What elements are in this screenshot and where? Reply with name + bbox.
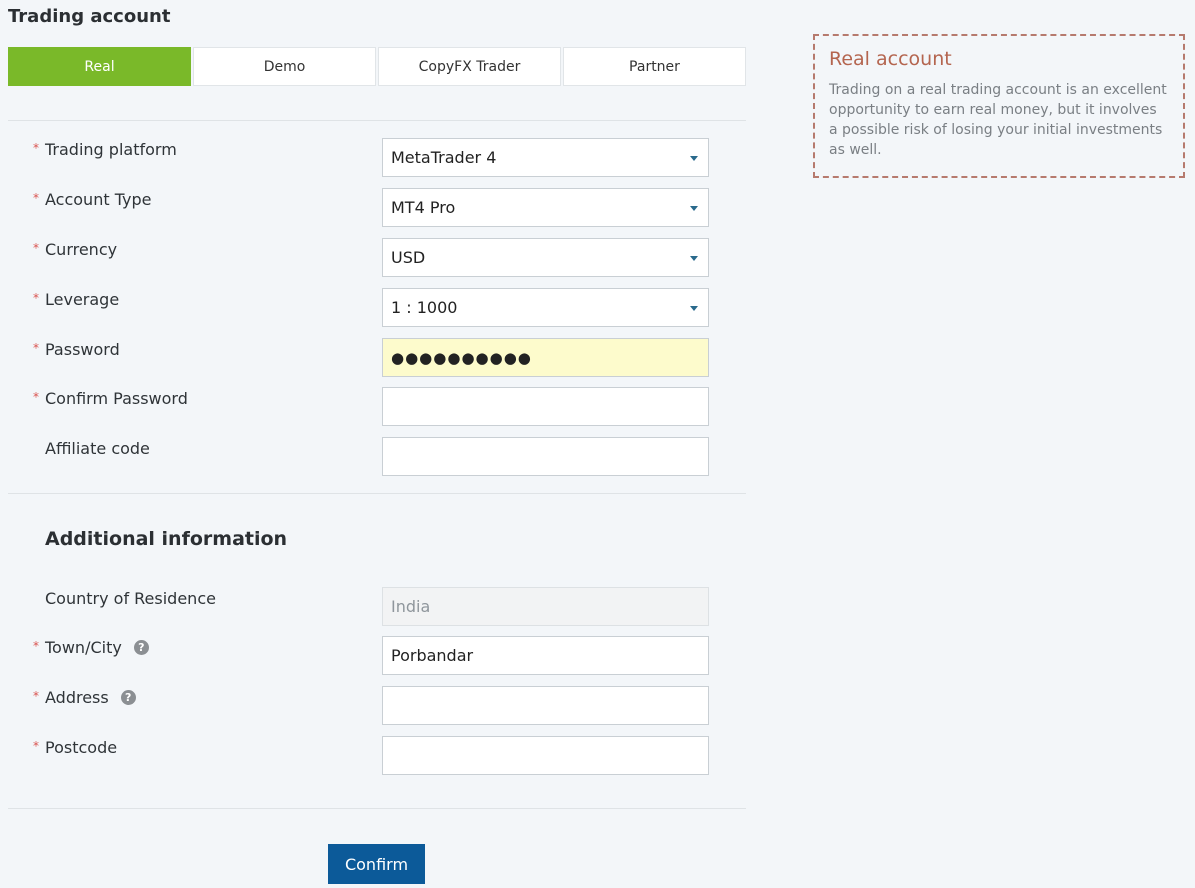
required-mark: * — [33, 191, 39, 205]
leverage-label: Leverage — [45, 290, 120, 309]
postcode-row: * Postcode — [0, 736, 746, 776]
confirm-password-row: * Confirm Password — [0, 387, 746, 427]
town-label-wrap: Town/City ? — [45, 638, 149, 657]
currency-label: Currency — [45, 240, 118, 259]
postcode-label: Postcode — [45, 738, 118, 757]
country-input: India — [382, 587, 709, 626]
account-type-value: MT4 Pro — [391, 198, 456, 217]
currency-select[interactable]: USD — [382, 238, 709, 277]
address-label: Address — [45, 688, 109, 707]
divider — [8, 120, 746, 121]
required-mark: * — [33, 341, 39, 355]
required-mark: * — [33, 390, 39, 404]
confirm-button[interactable]: Confirm — [328, 844, 425, 884]
account-type-select[interactable]: MT4 Pro — [382, 188, 709, 227]
additional-info-heading: Additional information — [45, 528, 288, 550]
tab-real[interactable]: Real — [8, 47, 191, 86]
trading-platform-row: * Trading platform MetaTrader 4 — [0, 138, 746, 178]
page-title: Trading account — [8, 6, 171, 27]
country-row: Country of Residence India — [0, 587, 746, 627]
dropdown-arrow-icon — [690, 256, 698, 261]
country-label: Country of Residence — [45, 589, 216, 608]
affiliate-code-input[interactable] — [382, 437, 709, 476]
town-label: Town/City — [45, 638, 122, 657]
tab-demo[interactable]: Demo — [193, 47, 376, 86]
trading-platform-select[interactable]: MetaTrader 4 — [382, 138, 709, 177]
affiliate-code-label: Affiliate code — [45, 439, 150, 458]
trading-platform-value: MetaTrader 4 — [391, 148, 497, 167]
leverage-select[interactable]: 1 : 1000 — [382, 288, 709, 327]
tab-copyfx-trader[interactable]: CopyFX Trader — [378, 47, 561, 86]
leverage-value: 1 : 1000 — [391, 298, 458, 317]
confirm-password-input[interactable] — [382, 387, 709, 426]
help-icon[interactable]: ? — [133, 640, 149, 655]
dropdown-arrow-icon — [690, 206, 698, 211]
password-label: Password — [45, 340, 120, 359]
account-type-label: Account Type — [45, 190, 152, 209]
required-mark: * — [33, 639, 39, 653]
required-mark: * — [33, 241, 39, 255]
account-type-row: * Account Type MT4 Pro — [0, 188, 746, 228]
town-input[interactable]: Porbandar — [382, 636, 709, 675]
required-mark: * — [33, 141, 39, 155]
leverage-row: * Leverage 1 : 1000 — [0, 288, 746, 328]
postcode-input[interactable] — [382, 736, 709, 775]
dropdown-arrow-icon — [690, 306, 698, 311]
address-input[interactable] — [382, 686, 709, 725]
required-mark: * — [33, 689, 39, 703]
required-mark: * — [33, 739, 39, 753]
password-input[interactable]: ●●●●●●●●●● — [382, 338, 709, 377]
affiliate-code-row: Affiliate code — [0, 437, 746, 477]
currency-value: USD — [391, 248, 426, 267]
address-row: * Address ? — [0, 686, 746, 726]
password-row: * Password ●●●●●●●●●● — [0, 338, 746, 378]
required-mark: * — [33, 291, 39, 305]
info-text: Trading on a real trading account is an … — [829, 82, 1167, 158]
info-title: Real account — [829, 48, 952, 70]
account-tabs: Real Demo CopyFX Trader Partner — [8, 47, 746, 86]
help-icon[interactable]: ? — [120, 690, 136, 705]
trading-platform-label: Trading platform — [45, 140, 177, 159]
address-label-wrap: Address ? — [45, 688, 136, 707]
dropdown-arrow-icon — [690, 156, 698, 161]
town-row: * Town/City ? Porbandar — [0, 636, 746, 676]
divider — [8, 493, 746, 494]
real-account-info-box: Real account Trading on a real trading a… — [813, 34, 1185, 178]
trading-account-page: Trading account Real Demo CopyFX Trader … — [0, 0, 1195, 888]
currency-row: * Currency USD — [0, 238, 746, 278]
divider — [8, 808, 746, 809]
confirm-password-label: Confirm Password — [45, 389, 188, 408]
tab-partner[interactable]: Partner — [563, 47, 746, 86]
